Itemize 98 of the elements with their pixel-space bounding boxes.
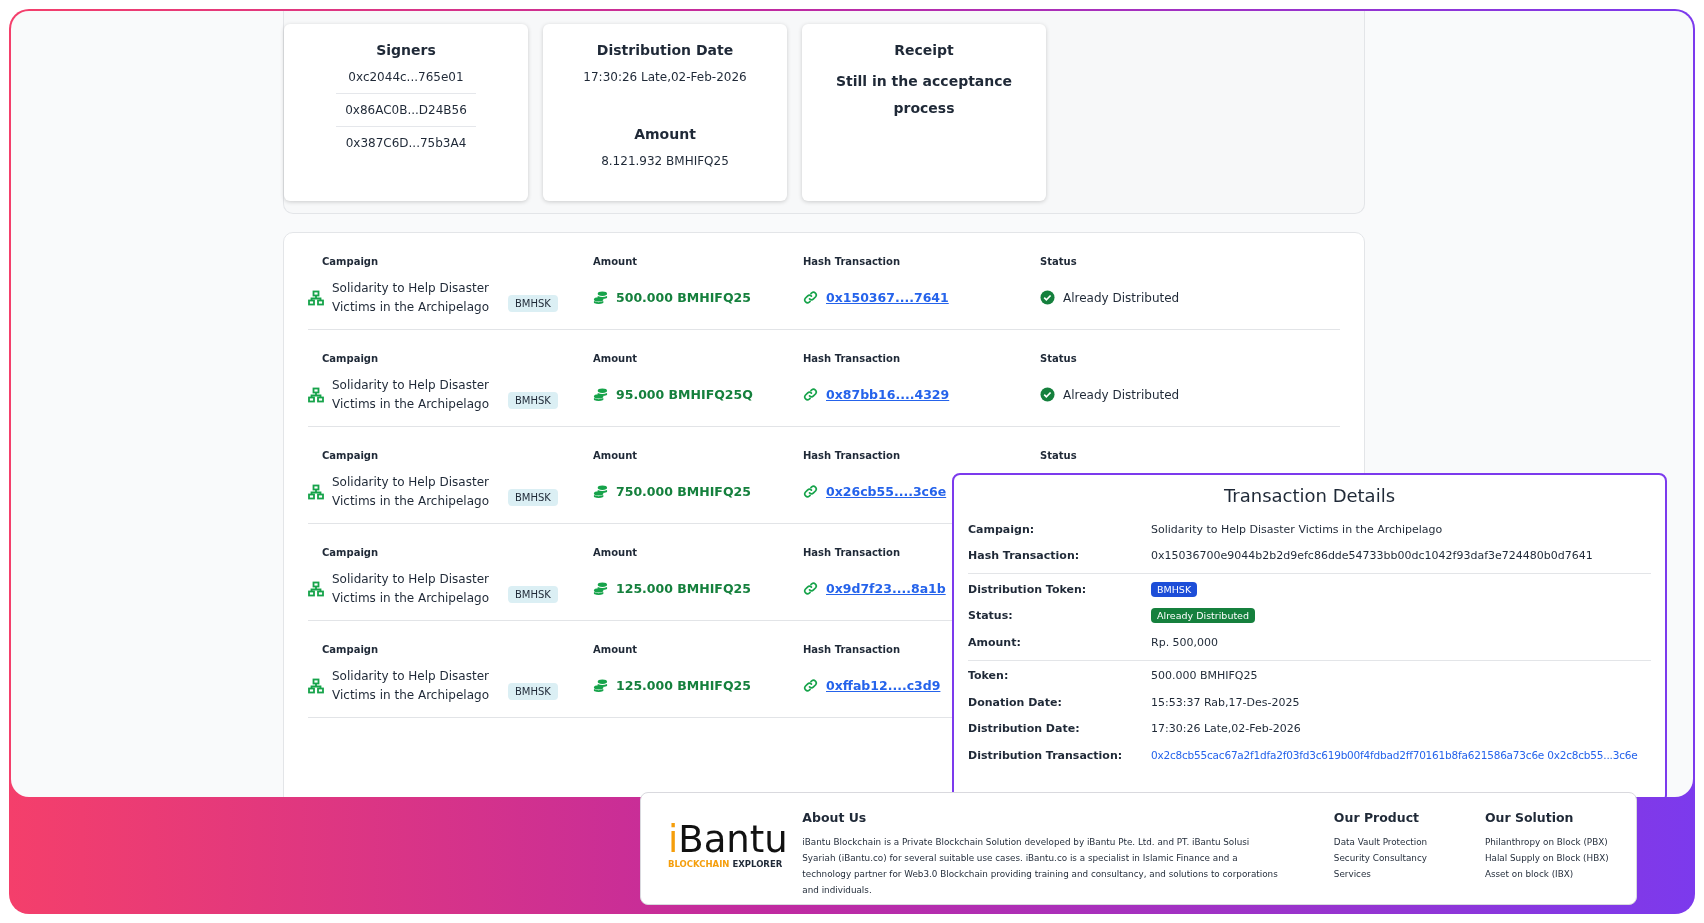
- column-label: Status: [1040, 352, 1077, 364]
- coins-icon: [593, 387, 608, 402]
- token-badge: BMHSK: [508, 683, 558, 700]
- footer-link[interactable]: Halal Supply on Block (HBX): [1484, 850, 1636, 866]
- transaction-hash-link[interactable]: 0xffab12....c3d9: [826, 678, 941, 693]
- field-value: Rp. 500,000: [1151, 635, 1219, 649]
- link-icon: [803, 484, 818, 499]
- column-label: Status: [1040, 255, 1077, 267]
- coins-icon: [593, 290, 608, 305]
- transaction-hash-link[interactable]: 0x87bb16....4329: [826, 387, 950, 402]
- column-label: Campaign: [322, 255, 379, 267]
- column-label: Campaign: [322, 449, 379, 461]
- campaign-name: Solidarity to Help Disaster Victims in the Archipelago: [332, 376, 490, 413]
- hierarchy-icon: [308, 483, 324, 500]
- card-title: Signers: [376, 42, 436, 58]
- distribution-date: 17:30:26 Late,02-Feb-2026: [583, 70, 747, 84]
- card-title: Amount: [634, 126, 696, 142]
- transaction-hash-link[interactable]: 0x9d7f23....8a1b: [826, 581, 946, 596]
- signer-address: 0x387C6D...75b3A4: [345, 136, 467, 150]
- token-badge: BMHSK: [508, 392, 558, 409]
- column-label: Hash Transaction: [803, 352, 901, 364]
- column-label: Campaign: [322, 643, 379, 655]
- footer-link[interactable]: Data Vault Protection: [1333, 834, 1485, 850]
- receipt-status: Still in the acceptance process: [834, 72, 1014, 118]
- field-label: Distribution Date:: [968, 722, 1081, 736]
- token-badge: BMHSK: [508, 295, 558, 312]
- hierarchy-icon: [308, 580, 324, 597]
- amount-value: 8.121.932 BMHIFQ25: [601, 154, 729, 168]
- hierarchy-icon: [308, 386, 324, 403]
- coins-icon: [593, 581, 608, 596]
- campaign-name: Solidarity to Help Disaster Victims in the Archipelago: [332, 279, 490, 316]
- transaction-link[interactable]: 0x2c8cb55cac67a2f1dfa2f03fd3c619b00f4fdbad2ff70161b8fa621586a73c6e 0x2c8cb55...3c6e: [1151, 749, 1638, 762]
- transaction-hash-link[interactable]: 0x26cb55....3c6e: [826, 484, 947, 499]
- card-title: Distribution Date: [596, 42, 734, 58]
- footer-link[interactable]: Philanthropy on Block (PBX): [1484, 834, 1636, 850]
- column-label: Hash Transaction: [803, 643, 901, 655]
- link-icon: [803, 678, 818, 693]
- check-circle-icon: [1040, 290, 1055, 305]
- column-label: Hash Transaction: [803, 546, 901, 558]
- transaction-hash-link[interactable]: 0x150367....7641: [826, 290, 949, 305]
- amount-value: 125.000 BMHIFQ25: [616, 678, 751, 693]
- column-label: Campaign: [322, 352, 379, 364]
- footer-link[interactable]: Services: [1333, 866, 1485, 882]
- field-label: Campaign:: [968, 522, 1036, 536]
- link-icon: [803, 387, 818, 402]
- link-icon: [803, 290, 818, 305]
- footer-heading: About Us: [802, 810, 868, 825]
- hierarchy-icon: [308, 677, 324, 694]
- token-badge: BMHSK: [508, 489, 558, 506]
- field-label: Distribution Transaction:: [968, 748, 1124, 762]
- column-label: Campaign: [322, 546, 379, 558]
- logo-tagline: BLOCKCHAIN EXPLORER: [668, 859, 784, 869]
- field-value: 0x15036700e9044b2b2d9efc86dde54733bb00dc1042f93daf3e724480b0d7641: [1151, 549, 1593, 563]
- field-label: Hash Transaction:: [968, 549, 1081, 563]
- campaign-name: Solidarity to Help Disaster Victims in the Archipelago: [332, 570, 490, 607]
- amount-value: 125.000 BMHIFQ25: [616, 581, 751, 596]
- column-label: Amount: [593, 352, 638, 364]
- column-label: Amount: [593, 255, 638, 267]
- amount-value: 750.000 BMHIFQ25: [616, 484, 751, 499]
- campaign-name: Solidarity to Help Disaster Victims in the Archipelago: [332, 667, 490, 704]
- card-title: Receipt: [894, 42, 954, 58]
- column-label: Amount: [593, 449, 638, 461]
- status-badge: Already Distributed: [1151, 608, 1255, 624]
- field-label: Distribution Token:: [968, 582, 1088, 596]
- amount-value: 500.000 BMHIFQ25: [616, 290, 751, 305]
- coins-icon: [593, 484, 608, 499]
- field-value: Solidarity to Help Disaster Victims in the Archipelago: [1151, 522, 1443, 536]
- amount-value: 95.000 BMHIFQ25Q: [616, 387, 753, 402]
- about-text: iBantu Blockchain is a Private Blockchain Solution developed by iBantu Pte. Ltd. and PT. iBantu Solusi Syariah (iBantu.co) for several suitable use cases. iBantu.co is a specialist in Islamic Finance and a technology partner for Web3.0 Blockchain providing training and consultancy, and solutions to corporations and individuals.: [802, 836, 1278, 897]
- panel-title: Transaction Details: [1223, 485, 1396, 506]
- column-label: Hash Transaction: [803, 449, 901, 461]
- footer-link[interactable]: Asset on block (IBX): [1484, 866, 1636, 882]
- logo-wordmark: iBantu: [668, 821, 789, 859]
- coins-icon: [593, 678, 608, 693]
- field-label: Token:: [968, 669, 1010, 683]
- field-label: Status:: [968, 609, 1014, 623]
- hierarchy-icon: [308, 289, 324, 306]
- signer-address: 0xc2044c...765e01: [348, 70, 464, 84]
- status-text: Already Distributed: [1063, 387, 1180, 402]
- field-label: Amount:: [968, 635, 1022, 649]
- column-label: Status: [1040, 449, 1077, 461]
- token-badge: BMHSK: [508, 586, 558, 603]
- field-value: 15:53:37 Rab,17-Des-2025: [1151, 695, 1300, 709]
- status-text: Already Distributed: [1063, 290, 1180, 305]
- field-label: Donation Date:: [968, 695, 1063, 709]
- footer-heading: Our Solution: [1484, 810, 1575, 825]
- signer-address: 0x86AC0B...D24B56: [345, 103, 467, 117]
- footer-heading: Our Product: [1333, 810, 1421, 825]
- footer-link[interactable]: Security Consultancy: [1333, 850, 1485, 866]
- token-badge: BMHSK: [1151, 581, 1198, 597]
- column-label: Amount: [593, 546, 638, 558]
- column-label: Hash Transaction: [803, 255, 901, 267]
- check-circle-icon: [1040, 387, 1055, 402]
- field-value: 17:30:26 Late,02-Feb-2026: [1151, 722, 1301, 736]
- link-icon: [803, 581, 818, 596]
- field-value: 500.000 BMHIFQ25: [1151, 669, 1258, 683]
- campaign-name: Solidarity to Help Disaster Victims in the Archipelago: [332, 473, 490, 510]
- column-label: Amount: [593, 643, 638, 655]
